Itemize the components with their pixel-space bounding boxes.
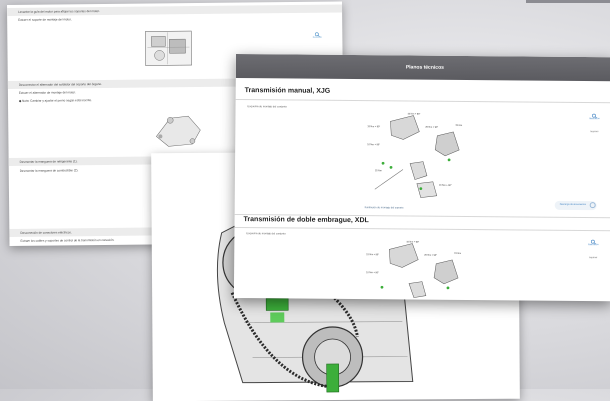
torque-label: 10 Nm + 90° xyxy=(366,272,379,274)
torque-label: 15 Nm xyxy=(454,253,461,255)
mount-diagram-xjg: 10 Nm + 90° 15 Nm + 90° 10 Nm + 90° 20 N… xyxy=(355,105,486,206)
diagram-caption: Ilustración de montaje del soporte xyxy=(365,206,404,209)
torque-label: 10 Nm + 90° xyxy=(439,185,452,187)
print-button[interactable]: Imprimir xyxy=(582,257,604,271)
divider xyxy=(236,99,610,103)
torque-label: 10 Nm + 90° xyxy=(367,144,380,146)
alternator-bracket-figure xyxy=(148,106,208,153)
corner-tab xyxy=(526,0,610,3)
window-header: Planos técnicos xyxy=(236,54,610,81)
engine-mount-figure xyxy=(139,27,199,72)
illustration-link[interactable]: Ilustración xyxy=(309,32,325,42)
illustration-button[interactable]: Ilustración xyxy=(583,113,605,127)
torque-label: 10 Nm + 90° xyxy=(406,241,419,243)
torque-label: 15 Nm + 90° xyxy=(367,126,380,128)
section-title-xjg: Transmisión manual, XJG xyxy=(245,87,331,95)
download-circle-icon xyxy=(590,202,596,208)
illustration-button[interactable]: Ilustración xyxy=(582,239,604,253)
technical-drawings-window: Planos técnicos Transmisión manual, XJG … xyxy=(234,54,610,301)
section-title-xdl: Transmisión de doble embrague, XDL xyxy=(244,216,369,224)
section-sub-label: Esquema de montaje del conjunto xyxy=(248,105,287,108)
mount-diagram-xdl: 10 Nm + 90° 15 Nm + 90° 10 Nm + 90° 20 N… xyxy=(354,233,485,301)
section-sub-label: Esquema de montaje del conjunto xyxy=(246,232,285,235)
torque-label: 20 Nm + 90° xyxy=(424,255,437,257)
print-button[interactable]: Imprimir xyxy=(583,131,605,145)
download-documents-button[interactable]: Descarga de documentos xyxy=(555,201,597,210)
torque-label: 25 Nm xyxy=(375,170,382,172)
torque-label: 20 Nm + 90° xyxy=(425,127,438,129)
torque-label: 10 Nm + 90° xyxy=(407,113,420,115)
divider xyxy=(234,227,610,231)
torque-label: 15 Nm xyxy=(455,125,462,127)
torque-label: 15 Nm + 90° xyxy=(366,254,379,256)
